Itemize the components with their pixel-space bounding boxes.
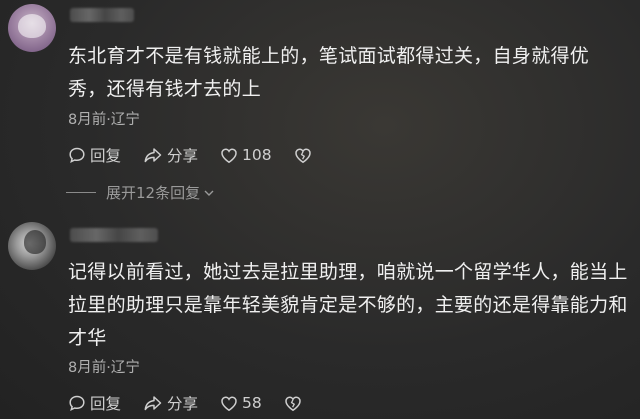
broken-heart-icon	[294, 147, 311, 163]
share-button[interactable]: 分享	[143, 144, 198, 166]
dislike-button[interactable]	[284, 395, 306, 412]
comment-meta: 8月前·辽宁	[68, 360, 140, 376]
like-button[interactable]: 58	[220, 394, 262, 412]
chevron-down-icon	[204, 190, 214, 196]
avatar[interactable]	[8, 4, 56, 52]
heart-icon	[221, 395, 237, 411]
divider-line	[66, 192, 96, 193]
reply-button[interactable]: 回复	[68, 392, 121, 414]
comment-bubble-icon	[69, 395, 85, 411]
username-redacted[interactable]	[70, 8, 134, 22]
comment-meta: 8月前·辽宁	[68, 112, 140, 128]
share-label: 分享	[167, 147, 199, 165]
expand-replies-label: 展开12条回复	[106, 184, 201, 202]
comment-text: 记得以前看过，她过去是拉里助理，咱就说一个留学华人，能当上拉里的助理只是靠年轻美…	[68, 261, 628, 349]
dislike-button[interactable]	[294, 147, 316, 164]
like-count: 108	[242, 146, 272, 164]
comment-actions: 回复 分享 58	[68, 392, 328, 414]
avatar[interactable]	[8, 222, 56, 270]
reply-button[interactable]: 回复	[68, 144, 121, 166]
share-arrow-icon	[144, 396, 162, 411]
like-count: 58	[242, 394, 262, 412]
comment-bubble-icon	[69, 147, 85, 163]
comment-text: 东北育才不是有钱就能上的，笔试面试都得过关，自身就得优秀，还得有钱才去的上	[68, 45, 590, 100]
reply-label: 回复	[90, 395, 122, 413]
share-arrow-icon	[144, 148, 162, 163]
broken-heart-icon	[285, 395, 301, 411]
comment-actions: 回复 分享 108	[68, 144, 338, 166]
share-label: 分享	[167, 395, 199, 413]
heart-icon	[221, 147, 237, 163]
like-button[interactable]: 108	[220, 146, 272, 164]
expand-replies-button[interactable]: 展开12条回复	[66, 182, 215, 203]
share-button[interactable]: 分享	[143, 392, 198, 414]
reply-label: 回复	[90, 147, 122, 165]
username-redacted[interactable]	[70, 228, 158, 242]
